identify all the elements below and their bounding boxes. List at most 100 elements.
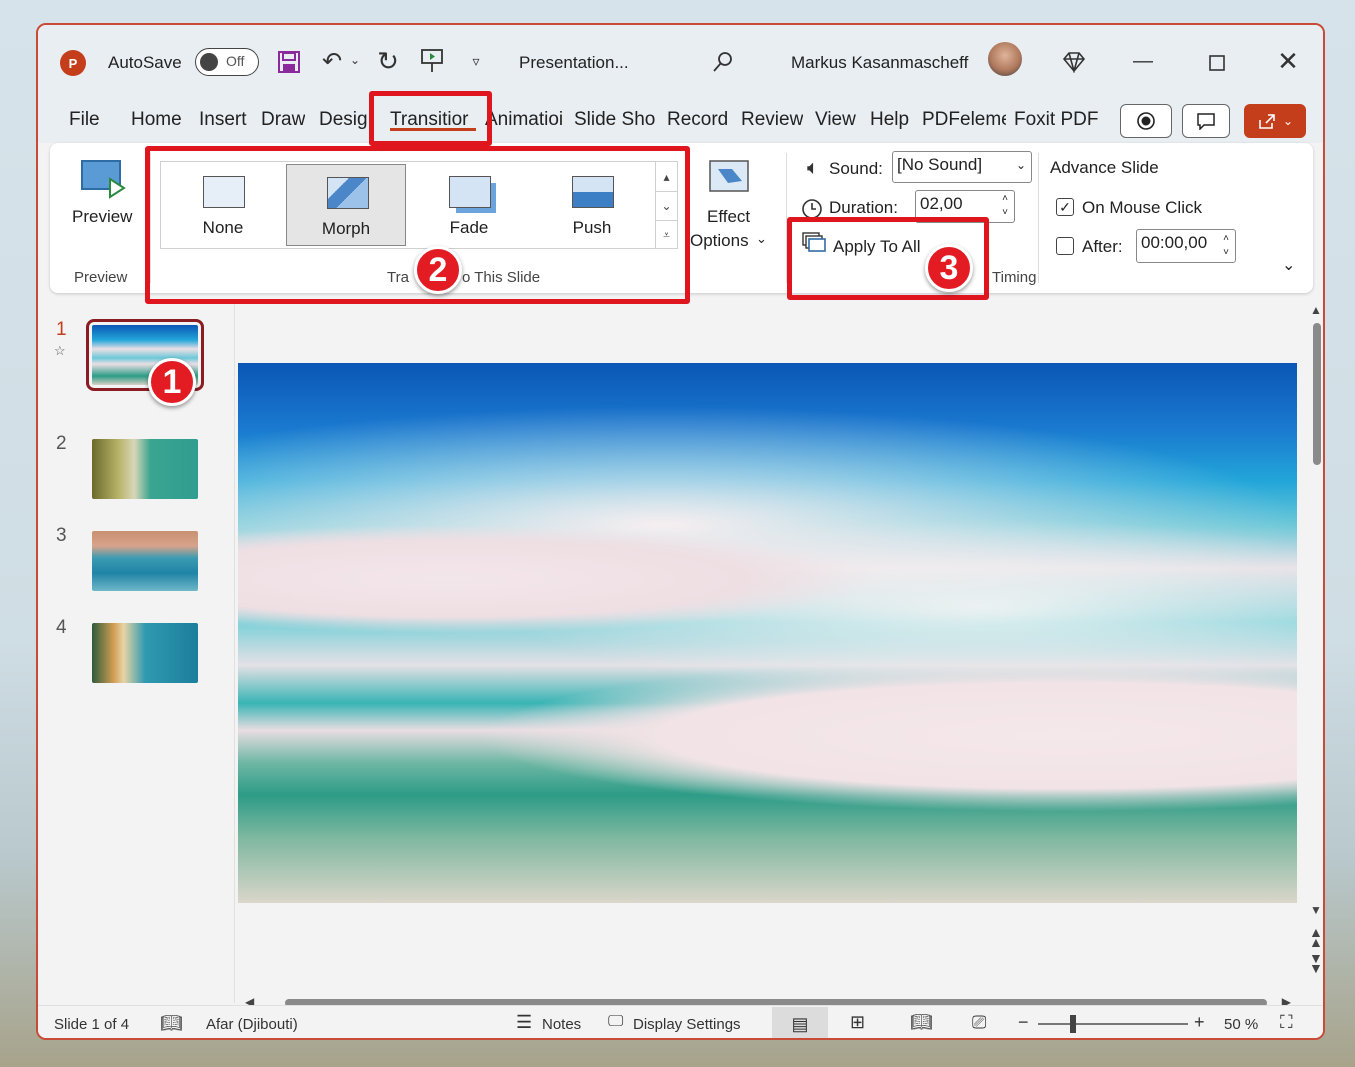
redo-icon[interactable]: ↻ (374, 46, 402, 76)
close-icon[interactable]: ✕ (1276, 46, 1300, 76)
slide-thumbnail[interactable] (92, 439, 198, 499)
tab-review[interactable]: Review (741, 109, 803, 131)
slide-number: 2 (56, 433, 67, 454)
preview-group-label: Preview (74, 269, 128, 286)
display-settings-button[interactable]: Display Settings (633, 1016, 741, 1033)
title-bar: P AutoSave Off ↶ ⌄ ↻ ▿ Presentation... M… (38, 25, 1323, 101)
tab-view[interactable]: View (815, 109, 856, 131)
zoom-out-icon[interactable]: − (1018, 1012, 1029, 1033)
zoom-slider-thumb[interactable] (1070, 1015, 1076, 1033)
tab-file[interactable]: File (69, 109, 100, 131)
notes-button[interactable]: Notes (542, 1016, 581, 1033)
autosave-label: AutoSave (108, 53, 182, 72)
document-title[interactable]: Presentation... (519, 53, 629, 73)
effect-options-icon[interactable] (708, 159, 752, 195)
slideshow-icon[interactable]: ⎚ (972, 1012, 986, 1033)
search-icon[interactable] (710, 49, 736, 75)
after-checkbox[interactable] (1056, 237, 1074, 255)
sound-select[interactable]: [No Sound] ⌄ (892, 151, 1032, 183)
after-spinner[interactable]: 00:00,00 ˄ ˅ (1136, 229, 1236, 263)
status-bar: Slide 1 of 4 📖︎ Afar (Djibouti) ☰ Notes … (38, 1005, 1323, 1038)
annotation-badge: 2 (414, 246, 462, 294)
diamond-icon[interactable] (1060, 49, 1088, 75)
sound-icon: 🔈︎ (807, 156, 819, 179)
normal-view-icon[interactable]: ▤ (772, 1007, 828, 1038)
undo-dropdown-icon[interactable]: ⌄ (348, 53, 362, 67)
tab-insert[interactable]: Insert (199, 109, 247, 131)
on-mouse-click-checkbox[interactable]: ✓ (1056, 198, 1074, 216)
minimize-icon[interactable]: — (1131, 50, 1155, 72)
slide-canvas[interactable] (238, 363, 1297, 903)
spinner-arrows-icon[interactable]: ˄ ˅ (1223, 232, 1229, 260)
slide-number: 4 (56, 617, 67, 638)
display-settings-icon[interactable]: 🖵︎ (608, 1013, 623, 1031)
tab-foxit-pdf[interactable]: Foxit PDF (1014, 109, 1098, 131)
scrollbar-thumb[interactable] (1313, 323, 1321, 465)
record-icon (1137, 112, 1155, 130)
duration-value: 02,00 (920, 194, 963, 213)
comments-button[interactable] (1182, 104, 1230, 138)
slide-number: 1 (56, 319, 67, 340)
timing-group-label: Timing (992, 269, 1037, 286)
effect-options-line1[interactable]: Effect (707, 207, 750, 227)
slide-thumbnail[interactable] (92, 531, 198, 591)
tab-slide-show[interactable]: Slide Sho (574, 109, 658, 131)
sound-label: Sound: (829, 159, 883, 178)
autosave-toggle[interactable]: Off (195, 48, 259, 76)
collapse-ribbon-icon[interactable]: ⌄ (1282, 255, 1295, 275)
autosave-state: Off (226, 53, 245, 69)
customize-toolbar-icon[interactable]: ▿ (466, 51, 486, 71)
after-label: After: (1082, 237, 1123, 256)
tab-home[interactable]: Home (131, 109, 182, 131)
tab-draw[interactable]: Draw (261, 109, 305, 131)
maximize-icon[interactable] (1205, 51, 1229, 75)
slide-counter: Slide 1 of 4 (54, 1016, 130, 1033)
next-slide-icon[interactable]: ▼ ▼ (1309, 951, 1323, 975)
effect-options-line2[interactable]: Options (690, 231, 749, 251)
previous-slide-icon[interactable]: ▲ ▲ (1309, 925, 1323, 949)
reading-view-icon[interactable]: 📖︎ (910, 1012, 933, 1033)
duration-label: Duration: (829, 198, 898, 217)
zoom-level[interactable]: 50 % (1224, 1016, 1258, 1033)
scroll-down-icon[interactable]: ▼ (1310, 903, 1322, 917)
accessibility-icon[interactable]: 📖︎ (160, 1013, 183, 1034)
tab-help[interactable]: Help (870, 109, 909, 131)
advance-slide-label: Advance Slide (1050, 158, 1159, 177)
slide-sorter-icon[interactable]: ⊞ (850, 1012, 865, 1033)
preview-button-label[interactable]: Preview (72, 207, 132, 227)
toggle-knob (200, 53, 218, 71)
avatar[interactable] (988, 42, 1022, 76)
record-button[interactable] (1120, 104, 1172, 138)
save-icon[interactable] (276, 49, 302, 75)
user-name[interactable]: Markus Kasanmascheff (791, 53, 968, 73)
zoom-in-icon[interactable]: + (1194, 1012, 1205, 1033)
vertical-scrollbar[interactable]: ▲ ▼ ▲ ▲ ▼ ▼ (1309, 303, 1323, 993)
effect-options-dropdown-icon[interactable]: ⌄ (756, 231, 767, 247)
undo-icon[interactable]: ↶ (318, 47, 346, 75)
annotation-badge: 1 (148, 358, 196, 406)
sound-value: [No Sound] (897, 155, 983, 174)
annotation-badge: 3 (925, 244, 973, 292)
on-mouse-click-label: On Mouse Click (1082, 198, 1202, 217)
group-divider (1038, 153, 1039, 283)
animation-star-icon: ☆ (54, 343, 66, 358)
slide-thumbnail-pane: 1 ☆ 2 3 4 (38, 303, 234, 1003)
tab-pdfelement[interactable]: PDFeleme (922, 109, 1006, 131)
scroll-up-icon[interactable]: ▲ (1310, 303, 1322, 317)
spinner-arrows-icon[interactable]: ˄ ˅ (1002, 192, 1008, 220)
tab-animations[interactable]: Animatioi (485, 109, 567, 131)
after-value: 00:00,00 (1141, 233, 1208, 252)
present-from-start-icon[interactable] (418, 47, 446, 75)
language-indicator[interactable]: Afar (Djibouti) (206, 1016, 298, 1033)
share-button[interactable]: ⌄ (1244, 104, 1306, 138)
chevron-down-icon: ⌄ (1015, 158, 1026, 172)
powerpoint-logo-icon: P (60, 50, 86, 76)
zoom-slider[interactable] (1038, 1023, 1188, 1025)
slide-editor: ◀ ▶ ▲ ▼ ▲ ▲ ▼ ▼ (234, 303, 1323, 1009)
preview-icon[interactable] (80, 159, 126, 199)
notes-icon[interactable]: ☰ (516, 1012, 532, 1033)
slide-thumbnail[interactable] (92, 623, 198, 683)
annotation-box-transitions-tab (369, 91, 492, 146)
fit-to-window-icon[interactable]: ⛶ (1280, 1012, 1293, 1033)
tab-record[interactable]: Record (667, 109, 728, 131)
